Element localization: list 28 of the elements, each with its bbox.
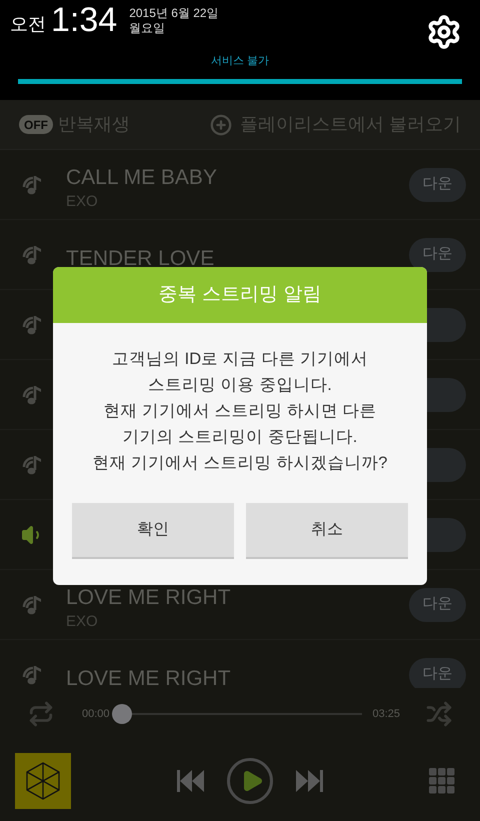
download-button[interactable]: 다운 — [409, 238, 466, 272]
dialog-message: 고객님의 ID로 지금 다른 기기에서 스트리밍 이용 중입니다. 현재 기기에서 스트리밍 하시면 다른 기기의 스트리밍이 중단됩니다. 현재 기기에서 스트리밍 하시겠습니까? — [92, 349, 388, 474]
song-title: LOVE ME RIGHT — [66, 666, 232, 688]
date-label: 2015년 6월 22일 — [129, 6, 219, 21]
song-title: CALL ME BABY — [66, 164, 218, 190]
clock-time: 1:34 — [51, 2, 118, 38]
settings-icon[interactable] — [426, 14, 462, 50]
dialog-button[interactable]: 취소 — [246, 503, 408, 559]
plus-circle-icon — [210, 114, 232, 136]
total-time: 03:25 — [372, 706, 400, 722]
dialog-button[interactable]: 확인 — [72, 503, 234, 559]
play-button[interactable] — [227, 758, 273, 804]
song-title: TENDER LOVE — [66, 246, 216, 272]
next-icon[interactable] — [295, 770, 323, 792]
download-button[interactable]: 다운 — [409, 658, 466, 688]
song-title: LOVE ME RIGHT — [66, 584, 232, 610]
elapsed-time: 00:00 — [82, 706, 110, 722]
service-status: 서비스 불가 — [210, 54, 270, 69]
album-art[interactable] — [15, 752, 71, 808]
progress-thumb[interactable] — [112, 704, 132, 724]
am-pm-label: 오전 — [10, 13, 46, 36]
download-button[interactable]: 다운 — [409, 588, 466, 622]
progress-slider[interactable] — [112, 704, 362, 724]
repeat-toggle[interactable]: OFF — [19, 115, 53, 134]
previous-icon[interactable] — [177, 770, 205, 792]
download-button[interactable]: 다운 — [409, 168, 466, 202]
weekday-label: 월요일 — [129, 21, 166, 36]
dialog-title: 중복 스트리밍 알림 — [158, 282, 322, 307]
